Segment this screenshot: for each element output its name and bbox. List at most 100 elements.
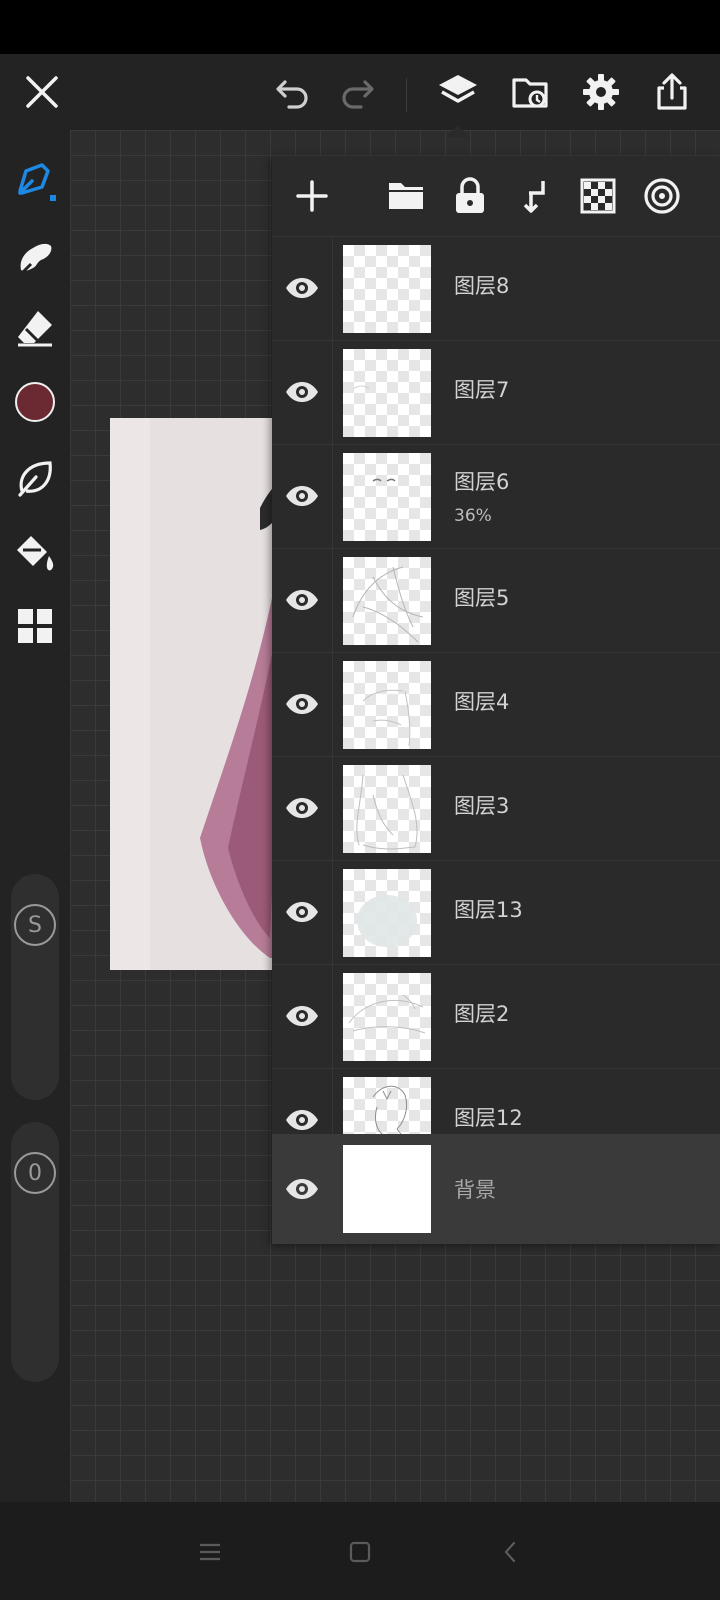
layer-thumbnail — [343, 245, 431, 333]
brush-size-knob[interactable]: S — [14, 904, 56, 946]
lasso-icon — [18, 461, 52, 497]
fill-icon — [17, 536, 54, 571]
clipping-icon — [644, 178, 680, 214]
layer-name: 图层7 — [454, 378, 510, 402]
brush-opacity-slider[interactable]: 0 — [11, 1122, 59, 1382]
eye-icon — [286, 1006, 318, 1026]
layer-name: 图层13 — [454, 898, 523, 922]
visibility-toggle[interactable] — [272, 340, 333, 444]
layer-thumbnail — [343, 869, 431, 957]
layers-toolbar — [272, 156, 720, 237]
brush-tool[interactable] — [5, 150, 65, 210]
home-button[interactable] — [335, 1532, 385, 1572]
visibility-toggle[interactable] — [272, 548, 333, 652]
undo-icon — [276, 80, 308, 109]
visibility-toggle[interactable] — [272, 652, 333, 756]
brush-opacity-knob[interactable]: 0 — [14, 1152, 56, 1194]
layer-thumbnail — [343, 557, 431, 645]
layer-row[interactable]: 图层12 — [272, 1068, 720, 1134]
layers-panel: 图层8 图层7 图层6 36% 图层5 图层4 图层3 图层13 图层2 图层1… — [272, 156, 720, 1244]
settings-button[interactable] — [571, 54, 631, 130]
back-icon — [504, 1541, 516, 1563]
layer-row[interactable]: 图层2 — [272, 964, 720, 1069]
share-icon — [657, 73, 687, 110]
layer-opacity: 36% — [454, 506, 492, 526]
layer-row[interactable]: 图层5 — [272, 548, 720, 653]
new-group-button[interactable] — [376, 166, 436, 226]
alpha-lock-icon — [580, 178, 616, 214]
layer-name: 图层3 — [454, 794, 510, 818]
layer-row[interactable]: 图层3 — [272, 756, 720, 861]
fill-tool[interactable] — [5, 522, 65, 582]
clipping-mask-button[interactable] — [632, 166, 692, 226]
alpha-lock-button[interactable] — [568, 166, 628, 226]
visibility-toggle[interactable] — [272, 1134, 332, 1244]
merge-down-icon — [523, 181, 545, 213]
layer-name: 图层4 — [454, 690, 510, 714]
layer-thumbnail — [343, 973, 431, 1061]
recent-apps-button[interactable] — [185, 1532, 235, 1572]
home-icon — [349, 1541, 371, 1563]
more-icon — [18, 609, 52, 643]
smudge-tool[interactable] — [5, 226, 65, 286]
eye-icon — [286, 486, 318, 506]
visibility-toggle[interactable] — [272, 860, 333, 964]
add-layer-button[interactable] — [282, 166, 342, 226]
close-icon — [26, 76, 58, 108]
layer-thumbnail — [343, 1077, 431, 1134]
visibility-toggle[interactable] — [272, 236, 333, 340]
layers-panel-pointer — [446, 125, 470, 137]
eraser-icon — [18, 311, 52, 347]
menu-icon — [200, 1543, 220, 1561]
background-thumbnail — [343, 1145, 431, 1233]
status-bar — [0, 0, 720, 54]
layer-row[interactable]: 图层13 — [272, 860, 720, 965]
lock-layer-button[interactable] — [440, 166, 500, 226]
merge-down-button[interactable] — [504, 166, 564, 226]
visibility-toggle[interactable] — [272, 756, 333, 860]
visibility-toggle[interactable] — [272, 1068, 333, 1134]
visibility-toggle[interactable] — [272, 964, 333, 1068]
brush-size-slider[interactable]: S — [11, 874, 59, 1100]
layer-row[interactable]: 图层4 — [272, 652, 720, 757]
eye-icon — [286, 382, 318, 402]
more-tools-button[interactable] — [5, 596, 65, 656]
layer-name: 图层2 — [454, 1002, 510, 1026]
top-bar — [0, 54, 720, 130]
layer-row[interactable]: 图层6 36% — [272, 444, 720, 549]
eye-icon — [286, 694, 318, 714]
undo-button[interactable] — [263, 54, 323, 130]
eye-icon — [286, 798, 318, 818]
smudge-icon — [20, 243, 52, 274]
current-color-swatch — [15, 382, 55, 422]
layer-row[interactable]: 图层8 — [272, 236, 720, 341]
eye-icon — [286, 1110, 318, 1130]
visibility-toggle[interactable] — [272, 444, 333, 548]
folder-icon — [389, 183, 423, 209]
layer-list: 图层8 图层7 图层6 36% 图层5 图层4 图层3 图层13 图层2 图层1… — [272, 236, 720, 1134]
back-button[interactable] — [485, 1532, 535, 1572]
eraser-tool[interactable] — [5, 298, 65, 358]
system-nav-bar — [0, 1502, 720, 1600]
share-button[interactable] — [642, 54, 702, 130]
layers-button[interactable] — [428, 54, 488, 130]
redo-button[interactable] — [327, 54, 387, 130]
layer-name: 图层12 — [454, 1106, 523, 1130]
add-layer-icon — [296, 180, 328, 212]
layer-thumbnail — [343, 453, 431, 541]
eye-icon — [286, 902, 318, 922]
settings-icon — [583, 74, 619, 110]
layer-thumbnail — [343, 661, 431, 749]
color-picker[interactable] — [5, 372, 65, 432]
layers-icon — [439, 75, 477, 103]
left-toolbar: S 0 — [0, 130, 70, 1502]
lasso-tool[interactable] — [5, 448, 65, 508]
background-layer-row[interactable]: 背景 — [272, 1134, 720, 1244]
layer-row[interactable]: 图层7 — [272, 340, 720, 445]
background-layer-name: 背景 — [454, 1178, 496, 1202]
import-button[interactable] — [500, 54, 560, 130]
brush-icon — [18, 163, 56, 201]
close-button[interactable] — [12, 54, 72, 130]
eye-icon — [286, 590, 318, 610]
redo-icon — [342, 80, 374, 109]
